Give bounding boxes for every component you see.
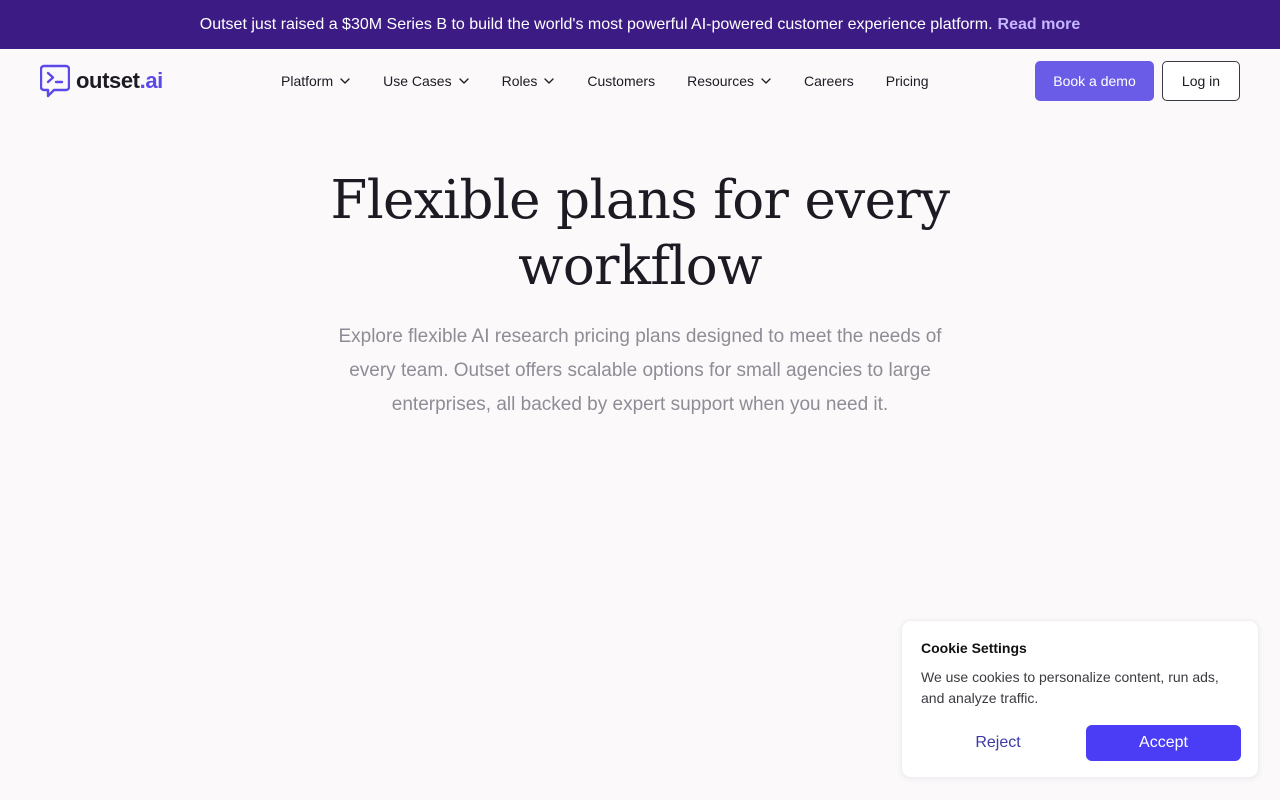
- page-subtitle: Explore flexible AI research pricing pla…: [338, 326, 942, 415]
- logo-word: outset: [76, 68, 140, 93]
- login-button[interactable]: Log in: [1162, 61, 1240, 101]
- page-title-line-1: Flexible plans for every: [330, 170, 951, 231]
- nav-item-customers[interactable]: Customers: [587, 73, 655, 89]
- cookie-banner-title: Cookie Settings: [921, 640, 1027, 656]
- logo-wordmark: outset. ai: [76, 68, 163, 94]
- nav-item-pricing[interactable]: Pricing: [886, 73, 929, 89]
- cookie-banner: Cookie Settings We use cookies to person…: [901, 620, 1259, 778]
- nav-item-roles[interactable]: Roles: [502, 73, 556, 89]
- nav-item-careers[interactable]: Careers: [804, 73, 854, 89]
- nav-item-label: Pricing: [885, 73, 929, 89]
- reject-cookies-button[interactable]: Reject: [921, 725, 1075, 761]
- nav-item-label: Use Cases: [383, 73, 452, 89]
- read-more-link[interactable]: Read more: [998, 16, 1081, 34]
- nav-item-resources[interactable]: Resources: [687, 73, 772, 89]
- chevron-down-icon: [340, 78, 350, 84]
- nav-item-label: Resources: [687, 73, 754, 89]
- nav-item-platform[interactable]: Platform: [281, 73, 351, 89]
- chevron-down-icon: [761, 78, 771, 84]
- book-demo-button[interactable]: Book a demo: [1035, 61, 1154, 101]
- accept-cookies-button[interactable]: Accept: [1086, 725, 1241, 761]
- nav-item-label: Careers: [804, 73, 854, 89]
- logo[interactable]: outset. ai: [40, 64, 163, 98]
- main-navigation: outset. ai Platform Use Cases Roles Custo…: [0, 49, 1280, 113]
- chevron-down-icon: [458, 78, 469, 84]
- chat-prompt-icon: [40, 64, 70, 98]
- page-title-line-2: workflow: [518, 236, 762, 297]
- announcement-text: Outset just raised a $30M Series B to bu…: [199, 15, 993, 33]
- page-title: Flexible plans for every workflow: [240, 168, 1040, 300]
- chevron-down-icon: [544, 78, 555, 84]
- announcement-bar: Outset just raised a $30M Series B to bu…: [0, 0, 1280, 49]
- nav-item-use-cases[interactable]: Use Cases: [383, 73, 469, 89]
- nav-menu: Platform Use Cases Roles Customers Resou…: [281, 49, 929, 113]
- nav-item-label: Platform: [281, 73, 334, 89]
- cookie-banner-text: We use cookies to personalize content, r…: [921, 669, 1219, 706]
- logo-tld: ai: [145, 68, 163, 93]
- nav-item-label: Customers: [587, 73, 656, 89]
- nav-item-label: Roles: [501, 73, 538, 89]
